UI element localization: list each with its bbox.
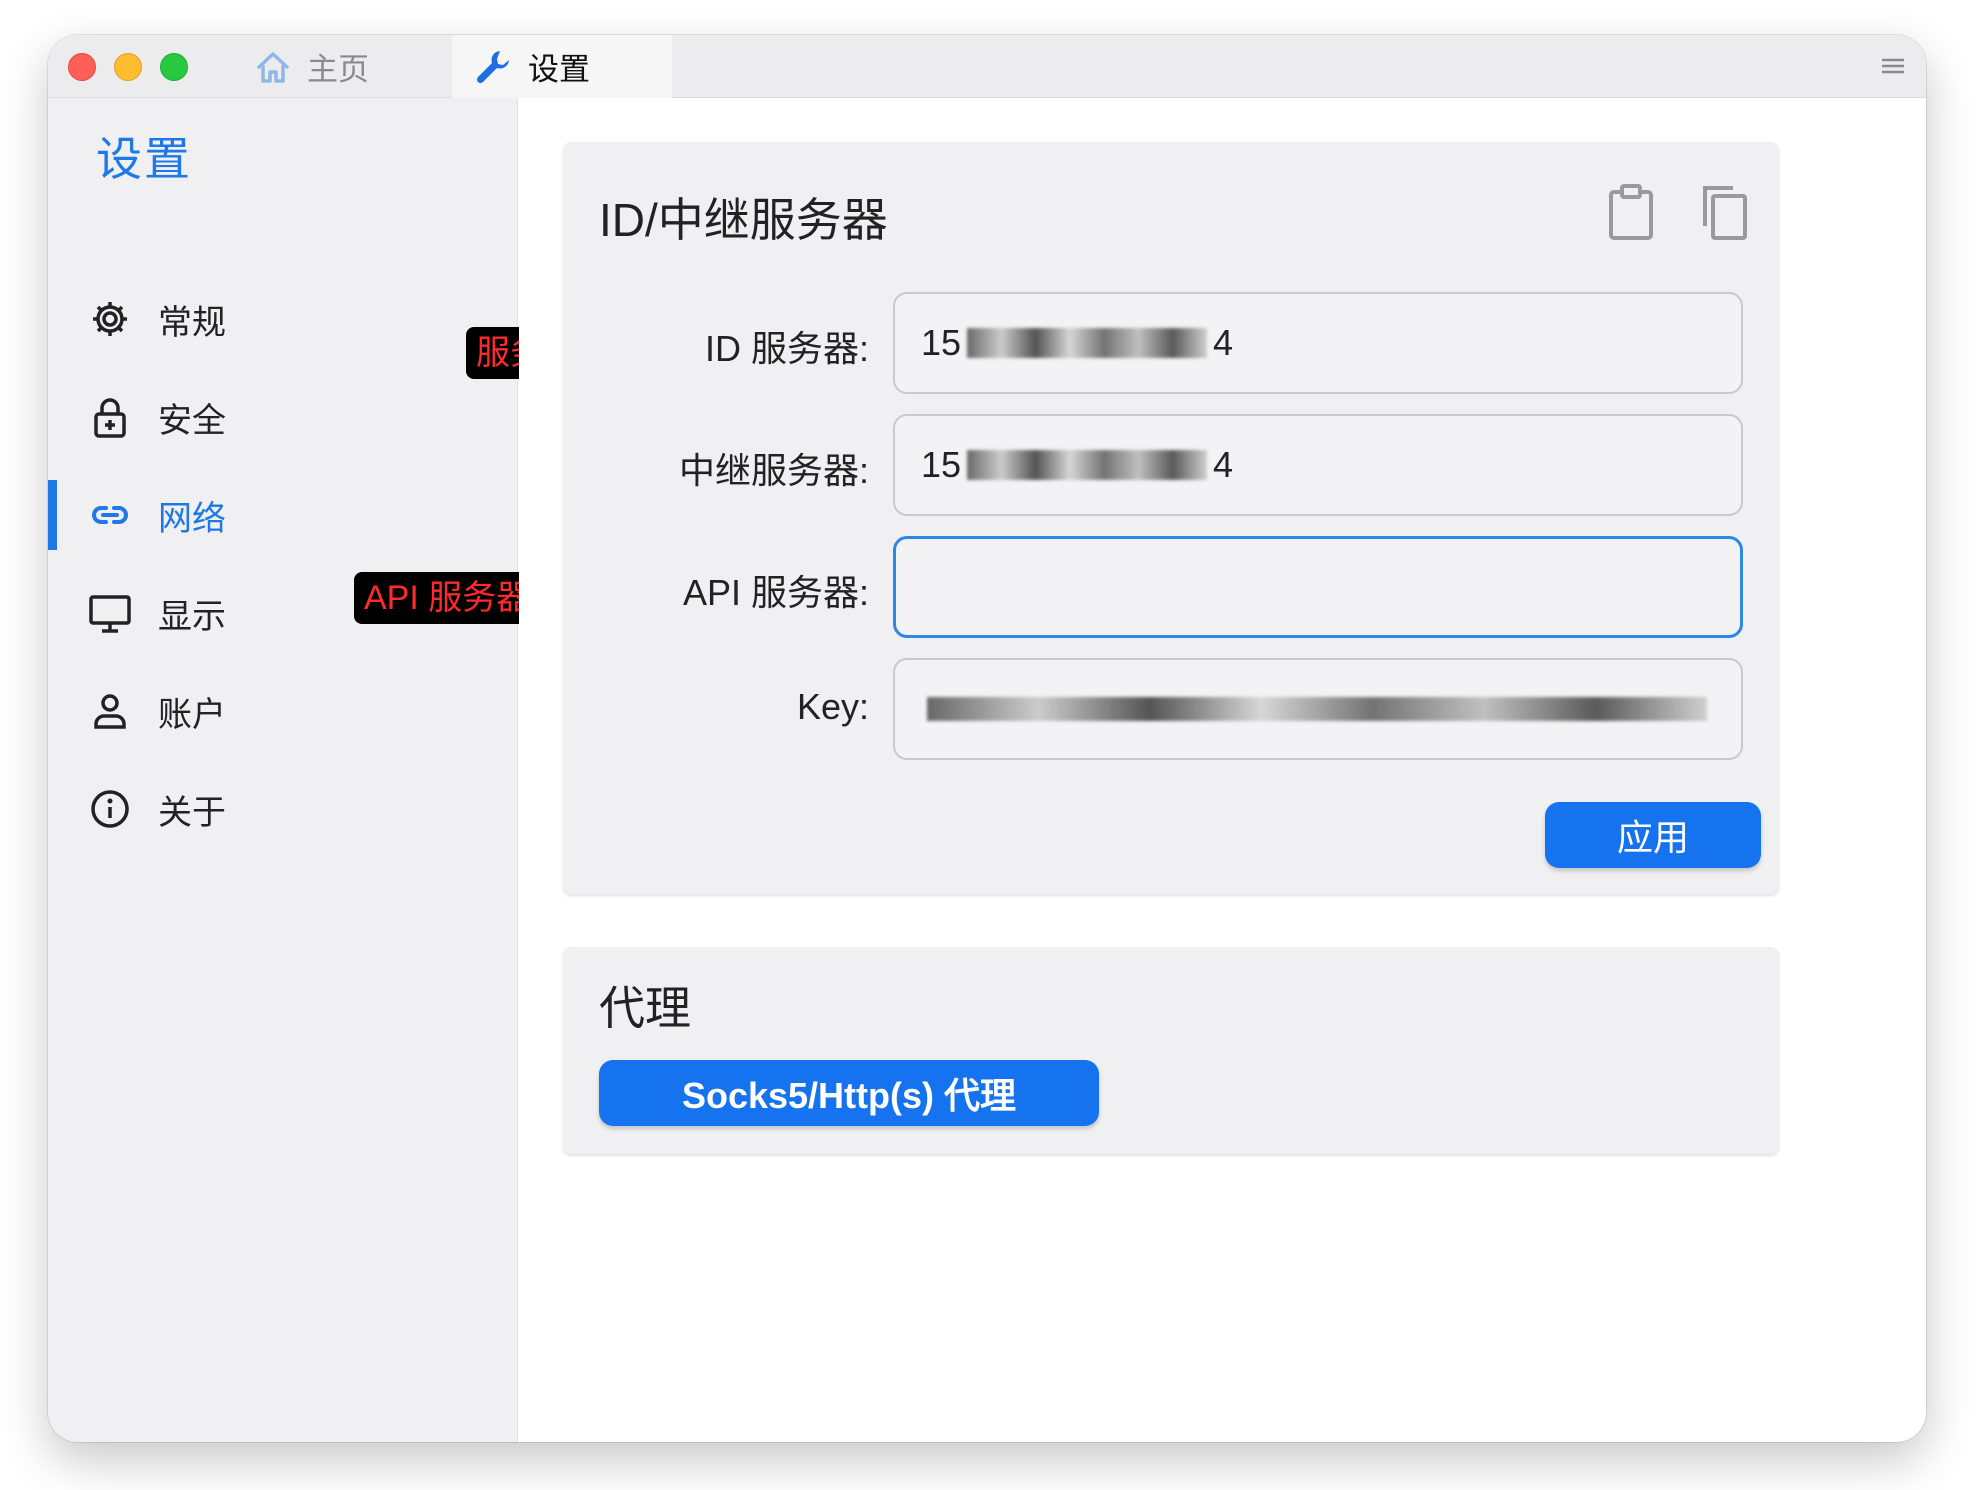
id-server-label: ID 服务器: (704, 328, 869, 369)
sidebar: 设置 常规 安全 网络 显示 账户 关于 (48, 98, 518, 1442)
sidebar-title: 设置 (96, 133, 192, 185)
tab-settings[interactable]: 设置 (452, 35, 672, 98)
key-input[interactable] (893, 658, 1743, 760)
apply-button[interactable]: 应用 (1545, 802, 1761, 868)
wrench-icon (474, 47, 514, 87)
redacted-text (967, 328, 1208, 358)
home-icon (253, 47, 293, 87)
lock-icon (88, 395, 132, 439)
gear-icon (88, 297, 132, 341)
monitor-icon (88, 591, 132, 635)
api-server-input[interactable] (893, 536, 1743, 638)
sidebar-item-label: 显示 (158, 597, 226, 636)
sidebar-item-label: 网络 (158, 499, 226, 538)
tab-settings-label: 设置 (528, 52, 590, 87)
id-server-input[interactable]: 15 4 (893, 292, 1743, 394)
sidebar-item-about[interactable]: 关于 (48, 774, 518, 844)
socks5-proxy-button[interactable]: Socks5/Http(s) 代理 (599, 1060, 1099, 1126)
tab-home[interactable]: 主页 (253, 35, 369, 98)
zoom-window-button[interactable] (160, 53, 188, 81)
api-server-label: API 服务器: (682, 572, 869, 613)
title-bar: 主页 设置 (48, 35, 1926, 98)
menu-icon[interactable] (1878, 53, 1908, 79)
proxy-card: 代理 Socks5/Http(s) 代理 (563, 947, 1779, 1154)
sidebar-item-account[interactable]: 账户 (48, 676, 518, 746)
info-icon (88, 787, 132, 831)
redacted-text (927, 697, 1707, 721)
sidebar-item-network[interactable]: 网络 (48, 480, 518, 550)
user-icon (88, 689, 132, 733)
key-label: Key: (796, 686, 869, 727)
sidebar-item-label: 安全 (158, 401, 226, 440)
sidebar-item-general[interactable]: 常规 (48, 284, 518, 354)
sidebar-item-label: 常规 (158, 303, 226, 342)
sidebar-item-label: 账户 (158, 695, 226, 734)
copy-icon[interactable] (1695, 182, 1751, 242)
server-card: ID/中继服务器 ID 服务器: 15 4 中继服务器: 15 4 API 服务… (563, 142, 1779, 894)
proxy-card-title: 代理 (599, 982, 691, 1034)
sidebar-item-label: 关于 (158, 793, 226, 832)
app-window: 主页 设置 设置 常规 安全 网络 显示 账户 关于 API 服务器 可选 ID… (48, 35, 1926, 1442)
close-window-button[interactable] (68, 53, 96, 81)
tab-home-label: 主页 (307, 52, 369, 87)
main-content: ID/中继服务器 ID 服务器: 15 4 中继服务器: 15 4 API 服务… (519, 98, 1926, 1442)
relay-server-label: 中继服务器: (678, 450, 869, 491)
redacted-text (967, 450, 1208, 480)
link-icon (88, 493, 132, 537)
server-card-title: ID/中继服务器 (599, 194, 888, 246)
clipboard-icon[interactable] (1603, 182, 1659, 242)
minimize-window-button[interactable] (114, 53, 142, 81)
relay-server-input[interactable]: 15 4 (893, 414, 1743, 516)
sidebar-item-security[interactable]: 安全 (48, 382, 518, 452)
